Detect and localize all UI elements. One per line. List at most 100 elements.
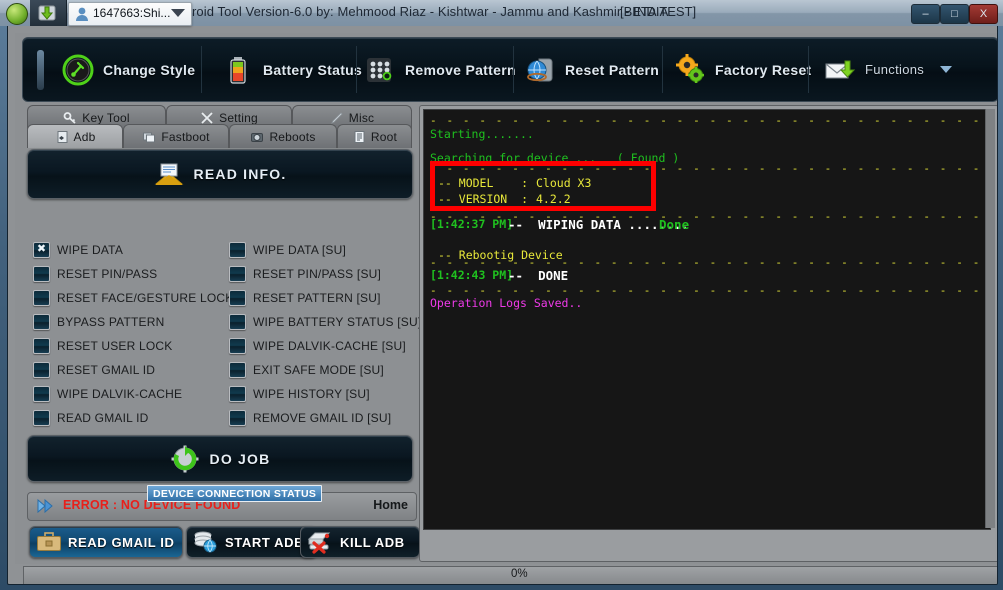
checkbox-label: WIPE BATTERY STATUS [SU]: [253, 315, 422, 329]
option-checkbox-row[interactable]: RESET GMAIL ID: [33, 361, 155, 379]
toolbar-button-factory-reset[interactable]: Factory Reset: [673, 38, 812, 101]
checkbox-box[interactable]: [229, 338, 246, 354]
window-inner: Change Style Battery Status Remove Patte…: [7, 6, 998, 585]
do-job-button[interactable]: DO JOB: [27, 435, 413, 482]
account-chip[interactable]: 1647663:Shi...: [68, 2, 192, 26]
checkbox-box[interactable]: [33, 290, 50, 306]
tab-label: Reboots: [269, 129, 316, 144]
option-checkbox-row[interactable]: WIPE DALVIK-CACHE [SU]: [229, 337, 406, 355]
checkbox-label: REMOVE GMAIL ID [SU]: [253, 411, 392, 425]
checkbox-box[interactable]: [33, 266, 50, 282]
option-checkbox-row[interactable]: RESET PATTERN [SU]: [229, 289, 381, 307]
toolbar-button-remove-pattern[interactable]: Remove Pattern: [363, 38, 516, 101]
home-link[interactable]: Home: [373, 498, 408, 512]
adb-doc-icon: [55, 130, 69, 144]
button-label: START ADB: [225, 534, 305, 550]
checkbox-box[interactable]: [33, 410, 50, 426]
tab-label: Adb: [73, 129, 96, 144]
log-line: Starting.......: [430, 127, 534, 141]
button-label: KILL ADB: [340, 534, 405, 550]
checkbox-box[interactable]: [33, 386, 50, 402]
checkbox-box[interactable]: [33, 338, 50, 354]
camera-icon: [250, 130, 264, 144]
read-info-label: READ INFO.: [193, 166, 287, 182]
log-output[interactable]: - - - - - - - - - - - - - - - - - - - - …: [423, 109, 991, 530]
checkbox-box[interactable]: [229, 362, 246, 378]
checkbox-box[interactable]: [229, 386, 246, 402]
gears-icon: [673, 53, 707, 87]
checkbox-label: RESET PATTERN [SU]: [253, 291, 381, 305]
app-window: Change Style Battery Status Remove Patte…: [0, 0, 1003, 590]
read-gmail-id-button[interactable]: READ GMAIL ID: [29, 526, 183, 558]
checkbox-label: BYPASS PATTERN: [57, 315, 165, 329]
option-checkbox-row[interactable]: RESET FACE/GESTURE LOCK: [33, 289, 233, 307]
log-timestamp: [1:42:43 PM]: [430, 268, 514, 282]
user-icon: [75, 6, 89, 22]
option-checkbox-row[interactable]: RESET PIN/PASS [SU]: [229, 265, 381, 283]
toolbar-button-reset-pattern[interactable]: Reset Pattern: [523, 38, 659, 101]
checkbox-box[interactable]: [33, 314, 50, 330]
option-checkbox-row[interactable]: READ GMAIL ID: [33, 409, 149, 427]
device-connection-status-caption: DEVICE CONNECTION STATUS: [147, 485, 323, 502]
toolbar-label: Reset Pattern: [565, 61, 660, 78]
option-checkbox-row[interactable]: WIPE HISTORY [SU]: [229, 385, 370, 403]
toolbar-grip: [37, 50, 44, 90]
tab-root[interactable]: Root: [337, 124, 412, 148]
checkbox-box[interactable]: [33, 362, 50, 378]
kill-adb-button[interactable]: KILL ADB: [300, 526, 420, 558]
checkbox-label: RESET GMAIL ID: [57, 363, 156, 377]
tab-label: Root: [370, 129, 398, 144]
option-checkbox-row[interactable]: RESET PIN/PASS: [33, 265, 157, 283]
toolbar-separator: [808, 46, 809, 93]
refresh-gear-icon: [170, 444, 200, 474]
option-checkbox-row[interactable]: WIPE DATA [SU]: [229, 241, 346, 259]
toolbar-button-battery-status[interactable]: Battery Status: [221, 38, 362, 101]
log-line: -- Rebootig Device: [438, 248, 563, 262]
minimize-button[interactable]: –: [911, 4, 940, 24]
window-title-beta-tag: [BETA TEST]: [620, 4, 697, 19]
toolbar-button-functions[interactable]: Functions: [823, 38, 953, 101]
tools-icon: [200, 111, 214, 125]
toolbar-label: Change Style: [103, 61, 196, 78]
checkbox-box[interactable]: [229, 410, 246, 426]
status-orb-icon: [6, 3, 28, 25]
checkbox-label: WIPE DATA: [57, 243, 124, 257]
option-checkbox-row[interactable]: REMOVE GMAIL ID [SU]: [229, 409, 391, 427]
tab-reboots[interactable]: Reboots: [229, 124, 337, 148]
highlight-annotation-box: [430, 161, 656, 211]
chevron-down-icon[interactable]: [940, 66, 953, 73]
option-checkbox-row[interactable]: WIPE DATA: [33, 241, 123, 259]
maximize-button[interactable]: □: [940, 4, 969, 24]
option-checkbox-row[interactable]: WIPE BATTERY STATUS [SU]: [229, 313, 421, 331]
toolbar-label: Battery Status: [263, 61, 363, 78]
checkbox-box[interactable]: [229, 290, 246, 306]
tab-adb[interactable]: Adb: [27, 124, 123, 148]
main-toolbar: Change Style Battery Status Remove Patte…: [22, 37, 997, 102]
chevron-down-icon[interactable]: [171, 9, 185, 17]
option-checkbox-row[interactable]: EXIT SAFE MODE [SU]: [229, 361, 384, 379]
read-info-button[interactable]: READ INFO.: [27, 149, 413, 199]
checkbox-box[interactable]: [229, 314, 246, 330]
tab-fastboot[interactable]: Fastboot: [123, 124, 229, 148]
option-checkbox-row[interactable]: RESET USER LOCK: [33, 337, 172, 355]
option-checkbox-row[interactable]: BYPASS PATTERN: [33, 313, 165, 331]
log-footer: Logs About ADB SERVER : On Auto Save Log…: [420, 506, 997, 561]
log-scrollbar[interactable]: [985, 109, 995, 528]
log-status-done: Done: [659, 217, 690, 232]
toolbar-label: Factory Reset: [715, 61, 812, 78]
pencil-icon: [330, 111, 344, 125]
start-adb-button[interactable]: START ADB: [186, 526, 317, 558]
progress-label: 0%: [511, 568, 528, 580]
option-checkbox-row[interactable]: WIPE DALVIK-CACHE: [33, 385, 182, 403]
minimize-icon: –: [922, 7, 929, 20]
download-button[interactable]: [30, 0, 67, 26]
checkbox-label: RESET PIN/PASS [SU]: [253, 267, 382, 281]
checkbox-box[interactable]: [229, 266, 246, 282]
close-button[interactable]: X: [969, 4, 998, 24]
toolbar-button-change-style[interactable]: Change Style: [61, 38, 195, 101]
checkbox-label: EXIT SAFE MODE [SU]: [253, 363, 384, 377]
checkbox-box[interactable]: [33, 242, 50, 258]
pattern-grid-icon: [363, 53, 397, 87]
toolbar-label: Functions: [865, 62, 925, 77]
checkbox-box[interactable]: [229, 242, 246, 258]
